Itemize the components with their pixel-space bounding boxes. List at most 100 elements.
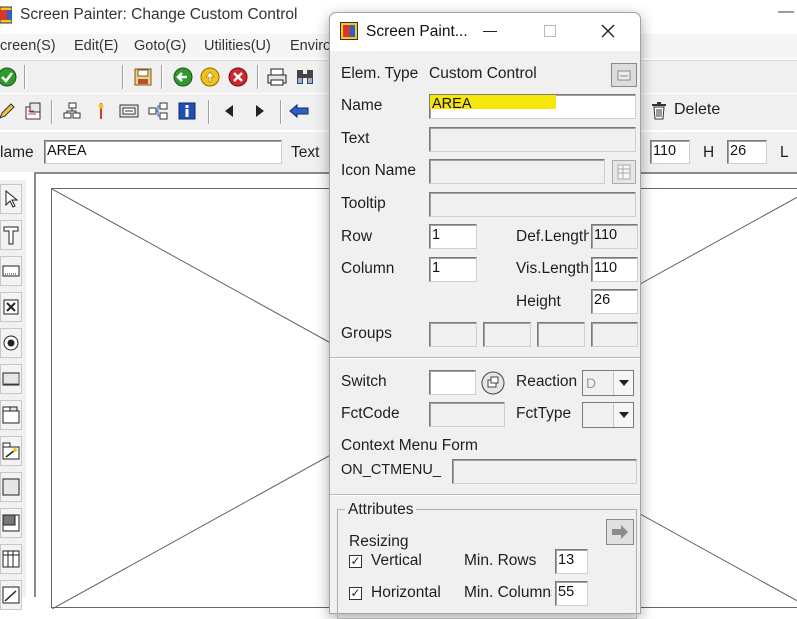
element-palette — [0, 180, 26, 610]
group-3-input — [537, 322, 585, 347]
dialog-titlebar: Screen Paint... — [330, 13, 640, 51]
pushbutton-tool-icon[interactable] — [0, 364, 22, 394]
context-menu-prefix: ON_CTMENU_ — [341, 462, 441, 478]
name-label: Name — [341, 97, 383, 114]
flow-logic-arrow-icon[interactable] — [288, 100, 310, 122]
details-arrow-icon[interactable] — [606, 519, 634, 545]
menu-goto[interactable]: Goto(G) — [134, 38, 186, 54]
pencil-icon[interactable] — [0, 100, 18, 122]
frame-tool-icon[interactable] — [0, 472, 22, 502]
group-1-input — [429, 322, 477, 347]
height-input[interactable]: 26 — [591, 289, 638, 314]
subscreen-tool-icon[interactable] — [0, 508, 22, 538]
minimize-icon[interactable]: — — [778, 3, 794, 21]
flow-icon[interactable] — [147, 100, 169, 122]
column-input[interactable]: 1 — [429, 257, 477, 282]
pointer-tool-icon[interactable] — [0, 184, 22, 214]
maximize-icon — [544, 25, 556, 37]
radio-button-tool-icon[interactable] — [0, 328, 22, 358]
screen-painter-attributes-dialog: Screen Paint... Elem. Type Custom Contro… — [329, 12, 641, 619]
switch-help-icon[interactable] — [481, 371, 505, 395]
name-label: lame — [0, 144, 34, 161]
min-columns-input[interactable]: 55 — [555, 581, 588, 606]
fctcode-label: FctCode — [341, 405, 400, 422]
element-type-button-icon[interactable] — [611, 63, 637, 87]
tabstrip-tool-icon[interactable] — [0, 400, 22, 430]
menu-screen[interactable]: creen(S) — [0, 38, 56, 54]
def-length-input: 110 — [591, 224, 638, 249]
vertical-checkbox[interactable]: ✓ — [349, 555, 362, 568]
height-input[interactable]: 26 — [727, 140, 767, 164]
icon-name-input — [429, 159, 605, 184]
text-label: Text — [341, 130, 370, 147]
fcttype-dropdown — [582, 402, 634, 428]
name-input[interactable]: AREA — [429, 94, 636, 119]
groups-label: Groups — [341, 325, 392, 342]
h-label: H — [703, 144, 715, 161]
check-icon[interactable] — [0, 66, 18, 88]
context-menu-label: Context Menu Form — [341, 437, 478, 454]
save-icon[interactable] — [132, 66, 154, 88]
row-label: Row — [341, 228, 373, 245]
table-wizard-tool-icon[interactable] — [0, 580, 22, 610]
group-2-input — [483, 322, 531, 347]
fctcode-input — [429, 402, 505, 427]
name-value: AREA — [432, 96, 472, 112]
horizontal-checkbox[interactable]: ✓ — [349, 587, 362, 600]
menu-utilities[interactable]: Utilities(U) — [204, 38, 271, 54]
reaction-label: Reaction — [516, 373, 578, 390]
section-divider — [330, 494, 640, 496]
l-label: L — [780, 144, 789, 161]
attributes-label: Attributes — [345, 501, 417, 519]
info-icon[interactable] — [176, 100, 198, 122]
cancel-icon[interactable] — [227, 66, 249, 88]
toolbar-separator — [280, 100, 282, 124]
width-input[interactable]: 110 — [650, 140, 690, 164]
trash-icon[interactable] — [648, 100, 670, 122]
close-icon[interactable] — [601, 24, 615, 38]
fcttype-label: FctType — [516, 405, 572, 422]
app-icon — [0, 6, 13, 24]
text-tool-icon[interactable] — [0, 220, 22, 250]
next-icon[interactable] — [249, 100, 271, 122]
toolbar-separator — [122, 65, 124, 89]
find-icon[interactable] — [294, 66, 316, 88]
resizing-label: Resizing — [349, 533, 409, 550]
def-length-label: Def.Length — [516, 228, 589, 245]
delete-button-label[interactable]: Delete — [674, 101, 720, 119]
menu-environment[interactable]: Enviro — [290, 38, 331, 54]
tooltip-input — [429, 192, 636, 217]
column-label: Column — [341, 260, 395, 277]
name-input[interactable]: AREA — [44, 140, 282, 164]
switch-label: Switch — [341, 373, 387, 390]
min-rows-input[interactable]: 13 — [555, 549, 588, 574]
group-4-input — [591, 322, 638, 347]
section-divider — [330, 357, 640, 359]
text-label: Text — [291, 144, 320, 161]
vis-length-label: Vis.Length — [516, 260, 589, 277]
vis-length-input[interactable]: 110 — [591, 257, 638, 282]
print-icon[interactable] — [266, 66, 288, 88]
chevron-down-icon — [613, 371, 633, 395]
layout-icon[interactable] — [90, 100, 112, 122]
hierarchy-icon[interactable] — [61, 100, 83, 122]
horizontal-label: Horizontal — [371, 584, 441, 601]
checkbox-tool-icon[interactable] — [0, 292, 22, 322]
icon-name-label: Icon Name — [341, 162, 416, 179]
exit-icon[interactable] — [199, 66, 221, 88]
dictionary-icon[interactable] — [118, 100, 140, 122]
window-title: Screen Painter: Change Custom Control — [20, 6, 298, 23]
context-menu-input — [452, 459, 637, 484]
element-list-icon[interactable] — [22, 100, 44, 122]
row-input[interactable]: 1 — [429, 224, 477, 249]
previous-icon[interactable] — [218, 100, 240, 122]
table-control-tool-icon[interactable] — [0, 544, 22, 574]
back-icon[interactable] — [172, 66, 194, 88]
elem-type-label: Elem. Type — [341, 65, 419, 82]
menu-edit[interactable]: Edit(E) — [74, 38, 118, 54]
minimize-icon[interactable] — [483, 31, 497, 32]
tabstrip-wizard-tool-icon[interactable] — [0, 436, 22, 466]
icon-select-button-icon — [612, 160, 636, 184]
input-field-tool-icon[interactable] — [0, 256, 22, 286]
switch-input[interactable] — [429, 370, 476, 395]
